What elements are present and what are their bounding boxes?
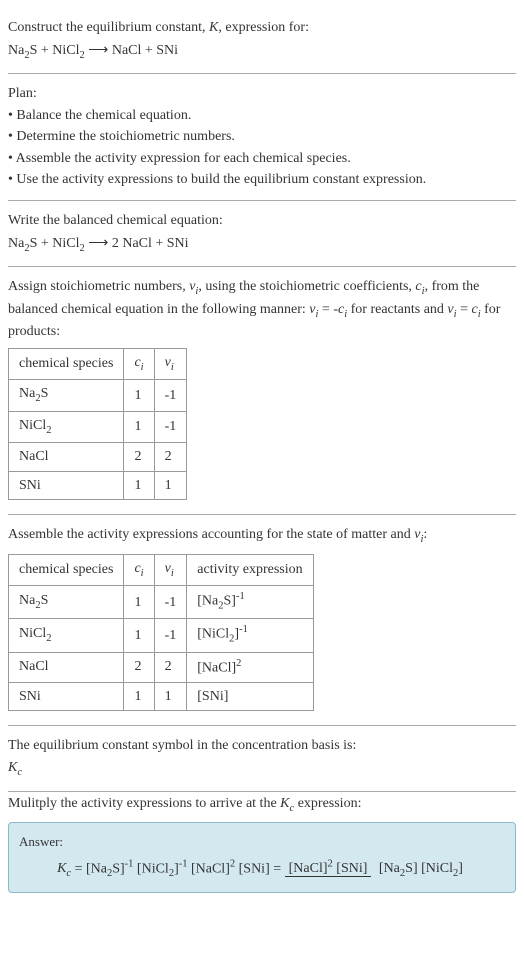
answer-formula: Kc = [Na2S]-1 [NiCl2]-1 [NaCl]2 [SNi] = … [19,857,505,882]
table-row: NaCl 2 2 [NaCl]2 [9,652,314,682]
assign-text: Assign stoichiometric numbers, νi, using… [8,277,516,342]
table-row: NiCl2 1 -1 [NiCl2]-1 [9,619,314,652]
symbol-section: The equilibrium constant symbol in the c… [8,726,516,791]
col-ci: ci [124,348,154,379]
table-row: NaCl 2 2 [9,443,187,472]
col-vi: νi [154,348,187,379]
col-activity: activity expression [187,554,313,585]
intro-section: Construct the equilibrium constant, K, e… [8,8,516,74]
col-species: chemical species [9,348,124,379]
assemble-section: Assemble the activity expressions accoun… [8,515,516,726]
answer-box: Answer: Kc = [Na2S]-1 [NiCl2]-1 [NaCl]2 … [8,822,516,893]
col-species: chemical species [9,554,124,585]
plan-item: • Use the activity expressions to build … [8,170,516,190]
answer-label: Answer: [19,833,505,851]
table-row: Na2S 1 -1 [9,380,187,411]
multiply-section: Mulitply the activity expressions to arr… [8,794,516,893]
table-row: SNi 1 1 [9,471,187,500]
balanced-section: Write the balanced chemical equation: Na… [8,201,516,267]
balanced-equation: Na2S + NiCl2 ⟶ 2 NaCl + SNi [8,233,516,256]
stoich-table: chemical species ci νi Na2S 1 -1 NiCl2 1… [8,348,187,501]
multiply-text: Mulitply the activity expressions to arr… [8,794,516,816]
table-row: SNi 1 1 [SNi] [9,682,314,711]
plan-title: Plan: [8,84,516,104]
plan-item: • Determine the stoichiometric numbers. [8,127,516,147]
table-row: NiCl2 1 -1 [9,411,187,442]
symbol-line2: Kc [8,758,516,780]
balanced-title: Write the balanced chemical equation: [8,211,516,231]
plan-section: Plan: • Balance the chemical equation. •… [8,74,516,201]
table-row: Na2S 1 -1 [Na2S]-1 [9,586,314,619]
col-ci: ci [124,554,154,585]
intro-equation: Na2S + NiCl2 ⟶ NaCl + SNi [8,40,516,63]
assign-section: Assign stoichiometric numbers, νi, using… [8,267,516,515]
plan-item: • Assemble the activity expression for e… [8,149,516,169]
assemble-text: Assemble the activity expressions accoun… [8,525,516,547]
col-vi: νi [154,554,187,585]
intro-line1: Construct the equilibrium constant, K, e… [8,18,516,38]
plan-item: • Balance the chemical equation. [8,106,516,126]
activity-table: chemical species ci νi activity expressi… [8,554,314,712]
symbol-line1: The equilibrium constant symbol in the c… [8,736,516,756]
